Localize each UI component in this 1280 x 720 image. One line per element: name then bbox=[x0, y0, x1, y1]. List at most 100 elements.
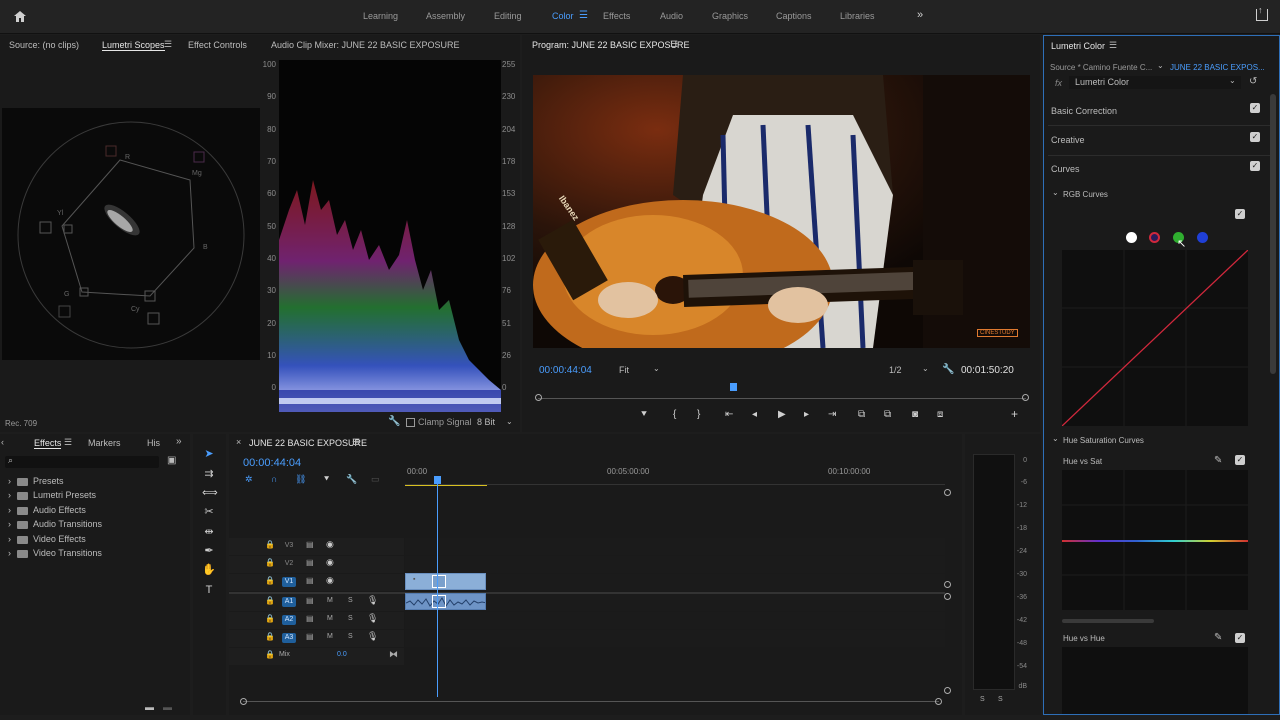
tree-item[interactable]: › Presets bbox=[8, 476, 64, 486]
tree-item[interactable]: › Audio Effects bbox=[8, 505, 86, 515]
eye-icon[interactable]: ◉ bbox=[326, 575, 334, 586]
expand-panels-icon[interactable]: ‹ bbox=[1, 437, 4, 447]
track-lane-v2[interactable] bbox=[405, 556, 945, 573]
zoom-handle[interactable] bbox=[944, 581, 951, 588]
lumetri-source-select[interactable]: Source * Camino Fuente C... bbox=[1050, 63, 1152, 72]
lock-icon[interactable]: 🔒 bbox=[265, 558, 275, 567]
track-lane-v3[interactable] bbox=[405, 538, 945, 555]
scroll-handle-right[interactable] bbox=[935, 698, 942, 705]
mute-button[interactable]: M bbox=[327, 615, 333, 622]
playhead-marker[interactable] bbox=[730, 383, 737, 391]
horizontal-scrollbar[interactable] bbox=[243, 701, 939, 702]
microphone-icon[interactable]: 🎙 bbox=[367, 631, 378, 642]
video-clip[interactable]: ▪ bbox=[405, 573, 486, 590]
mute-button[interactable]: M bbox=[327, 597, 333, 604]
extract-icon[interactable]: ⧉ bbox=[884, 409, 891, 420]
step-back-icon[interactable]: ◂ bbox=[752, 409, 757, 420]
type-tool-icon[interactable]: T bbox=[202, 583, 216, 597]
timeline-settings-wrench-icon[interactable]: 🔧 bbox=[346, 474, 357, 485]
microphone-icon[interactable]: 🎙 bbox=[367, 595, 378, 606]
add-marker-icon[interactable]: ⯆ bbox=[640, 409, 648, 420]
zoom-handle[interactable] bbox=[944, 593, 951, 600]
eyedropper-icon[interactable]: ✎ bbox=[1214, 455, 1222, 466]
go-to-in-icon[interactable]: ⇤ bbox=[725, 409, 733, 420]
zoom-handle[interactable] bbox=[944, 687, 951, 694]
hue-vs-hue-checkbox[interactable]: ✓ bbox=[1235, 633, 1245, 643]
panel-scrollbar[interactable] bbox=[1270, 94, 1276, 374]
track-label-v3[interactable]: V3 bbox=[282, 541, 296, 551]
nest-toggle-icon[interactable]: ✲ bbox=[245, 474, 253, 485]
new-folder-icon[interactable]: ▬ bbox=[145, 702, 154, 712]
meter-solo-left[interactable]: S bbox=[980, 696, 985, 703]
add-button-icon[interactable]: + bbox=[1011, 407, 1018, 421]
fit-select[interactable]: Fit bbox=[619, 365, 629, 375]
basic-correction-checkbox[interactable]: ✓ bbox=[1250, 103, 1260, 113]
selection-tool-icon[interactable]: ➤ bbox=[202, 447, 216, 461]
program-timecode[interactable]: 00:00:44:04 bbox=[539, 365, 592, 376]
reset-icon[interactable]: ↺ bbox=[1249, 76, 1257, 87]
workspace-tab-audio[interactable]: Audio bbox=[660, 11, 683, 21]
more-workspaces-icon[interactable]: » bbox=[917, 9, 923, 21]
timeline-playhead[interactable] bbox=[437, 477, 438, 697]
lock-icon[interactable]: 🔒 bbox=[265, 614, 275, 623]
solo-button[interactable]: S bbox=[348, 615, 353, 622]
sync-lock-icon[interactable]: ▤ bbox=[306, 596, 314, 605]
add-marker-icon[interactable]: ⯆ bbox=[323, 474, 330, 485]
panel-menu-icon[interactable]: ☰ bbox=[1109, 40, 1117, 51]
workspace-tab-learning[interactable]: Learning bbox=[363, 11, 398, 21]
timeline-timecode[interactable]: 00:00:44:04 bbox=[243, 457, 301, 469]
mix-collapse-icon[interactable]: ⧓ bbox=[389, 649, 398, 660]
eye-icon[interactable]: ◉ bbox=[326, 557, 334, 568]
comparison-view-icon[interactable]: ⧈ bbox=[937, 409, 943, 420]
lock-icon[interactable]: 🔒 bbox=[265, 650, 275, 659]
delete-icon[interactable]: ▬ bbox=[163, 702, 172, 712]
tab-markers[interactable]: Markers bbox=[88, 438, 121, 448]
workspace-tab-color[interactable]: Color bbox=[552, 11, 574, 21]
scrub-end-handle[interactable] bbox=[1022, 394, 1029, 401]
slip-tool-icon[interactable]: ⇹ bbox=[202, 525, 216, 539]
lock-icon[interactable]: 🔒 bbox=[265, 596, 275, 605]
tree-item[interactable]: › Lumetri Presets bbox=[8, 490, 96, 500]
channel-red-button[interactable] bbox=[1149, 232, 1160, 243]
workspace-tab-editing[interactable]: Editing bbox=[494, 11, 522, 21]
mix-value[interactable]: 0.0 bbox=[337, 651, 347, 658]
scroll-handle-left[interactable] bbox=[240, 698, 247, 705]
chevron-down-icon[interactable]: ⌄ bbox=[922, 364, 929, 373]
chevron-down-icon[interactable]: ⌄ bbox=[653, 364, 660, 373]
solo-button[interactable]: S bbox=[348, 597, 353, 604]
eye-icon[interactable]: ◉ bbox=[326, 539, 334, 550]
tree-item[interactable]: › Audio Transitions bbox=[8, 519, 102, 529]
chevron-down-icon[interactable]: ⌄ bbox=[506, 417, 513, 426]
panel-menu-icon[interactable]: ☰ bbox=[64, 437, 72, 448]
channel-white-button[interactable] bbox=[1126, 232, 1137, 243]
hue-vs-sat-graph[interactable] bbox=[1062, 470, 1248, 610]
zoom-handle[interactable] bbox=[944, 489, 951, 496]
mark-out-icon[interactable]: } bbox=[697, 409, 700, 420]
sync-lock-icon[interactable]: ▤ bbox=[306, 558, 314, 567]
timeline-playhead-head[interactable] bbox=[434, 476, 441, 484]
captions-icon[interactable]: ▭ bbox=[371, 474, 380, 485]
sync-lock-icon[interactable]: ▤ bbox=[306, 540, 314, 549]
more-tabs-icon[interactable]: » bbox=[176, 436, 182, 447]
close-icon[interactable]: × bbox=[236, 437, 241, 447]
lock-icon[interactable]: 🔒 bbox=[265, 632, 275, 641]
panel-menu-icon[interactable]: ☰ bbox=[352, 437, 360, 448]
go-to-out-icon[interactable]: ⇥ bbox=[828, 409, 836, 420]
rgb-curves-label[interactable]: RGB Curves bbox=[1063, 190, 1108, 199]
track-lane-a3[interactable] bbox=[405, 630, 945, 647]
tab-history[interactable]: His bbox=[147, 438, 160, 448]
effects-search-input[interactable]: ⌕ bbox=[5, 455, 159, 468]
section-basic-correction[interactable]: Basic Correction bbox=[1051, 106, 1117, 116]
workspace-tab-assembly[interactable]: Assembly bbox=[426, 11, 465, 21]
clamp-signal-checkbox[interactable] bbox=[406, 418, 415, 427]
sync-lock-icon[interactable]: ▤ bbox=[306, 632, 314, 641]
tab-effects[interactable]: Effects bbox=[34, 438, 62, 449]
solo-button[interactable]: S bbox=[348, 633, 353, 640]
effect-select[interactable]: Lumetri Color ⌄ bbox=[1069, 76, 1241, 89]
meter-solo-right[interactable]: S bbox=[998, 696, 1003, 703]
sync-lock-icon[interactable]: ▤ bbox=[306, 576, 314, 585]
lumetri-target-clip[interactable]: JUNE 22 BASIC EXPOS... bbox=[1170, 63, 1265, 72]
track-label-a1[interactable]: A1 bbox=[282, 597, 296, 607]
channel-blue-button[interactable] bbox=[1197, 232, 1208, 243]
audio-clip[interactable] bbox=[405, 593, 486, 610]
